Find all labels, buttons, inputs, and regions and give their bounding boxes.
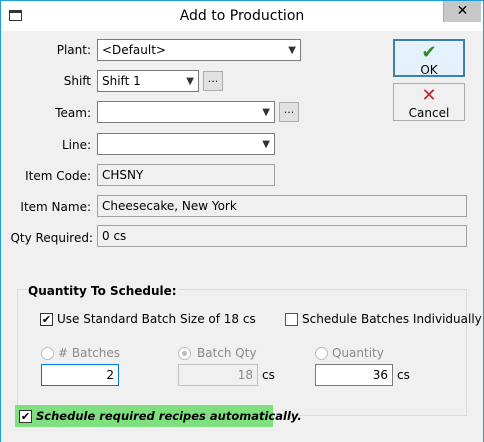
plant-dropdown[interactable]: <Default> ▼ [97,39,301,61]
checkmark-icon: ✔ [421,42,437,63]
chevron-down-icon: ▼ [288,45,296,56]
batch-qty-input: 18 [178,364,258,386]
batch-qty-radio[interactable] [178,347,191,360]
chevron-down-icon: ▼ [262,107,270,118]
auto-schedule-label: Schedule required recipes automatically. [36,409,302,423]
window-title: Add to Production [179,8,305,24]
line-dropdown[interactable]: ▼ [97,133,275,155]
ok-button[interactable]: ✔ OK [393,39,465,77]
quantity-radio[interactable] [315,347,328,360]
qty-required-label: Qty Required: [10,231,93,245]
close-icon: ✕ [421,85,437,106]
schedule-individually-label: Schedule Batches Individually [302,312,482,326]
shift-label: Shift [63,74,91,88]
use-standard-batch-label: Use Standard Batch Size of 18 cs [57,312,256,326]
quantity-unit: cs [397,368,410,382]
shift-browse-button[interactable]: ... [203,71,223,91]
line-label: Line: [61,138,91,152]
team-browse-button[interactable]: ... [279,102,299,122]
item-name-label: Item Name: [20,200,91,214]
shift-value: Shift 1 [102,74,141,88]
item-code-label: Item Code: [25,169,91,183]
quantity-label: Quantity [332,346,384,360]
team-dropdown[interactable]: ▼ [97,101,275,123]
schedule-individually-checkbox[interactable] [285,313,298,326]
quantity-input[interactable]: 36 [315,364,393,386]
auto-schedule-checkbox[interactable]: ✔ [19,410,32,423]
qty-required-field: 0 cs [97,225,467,247]
team-label: Team: [55,106,91,120]
item-code-field: CHSNY [97,164,275,186]
cancel-button-label: Cancel [408,106,450,120]
ok-button-label: OK [420,63,438,77]
title-bar: Add to Production ✕ [1,1,483,31]
add-to-production-window: Add to Production ✕ Plant: <Default> ▼ S… [0,0,484,442]
cancel-button[interactable]: ✕ Cancel [393,83,465,121]
batch-qty-unit: cs [262,368,275,382]
item-name-field: Cheesecake, New York [97,195,467,217]
shift-dropdown[interactable]: Shift 1 ▼ [97,70,199,92]
close-button[interactable]: ✕ [443,1,481,22]
dialog-body: Plant: <Default> ▼ Shift Shift 1 ▼ ... T… [1,31,483,442]
use-standard-batch-checkbox[interactable]: ✔ [40,313,53,326]
batch-qty-label: Batch Qty [197,346,257,360]
plant-label: Plant: [56,43,91,57]
chevron-down-icon: ▼ [262,139,270,150]
plant-value: <Default> [102,43,166,57]
batches-label: # Batches [58,346,120,360]
chevron-down-icon: ▼ [186,76,194,87]
batches-input[interactable]: 2 [41,364,119,386]
quantity-to-schedule-title: Quantity To Schedule: [26,284,179,298]
batches-radio[interactable] [41,347,54,360]
